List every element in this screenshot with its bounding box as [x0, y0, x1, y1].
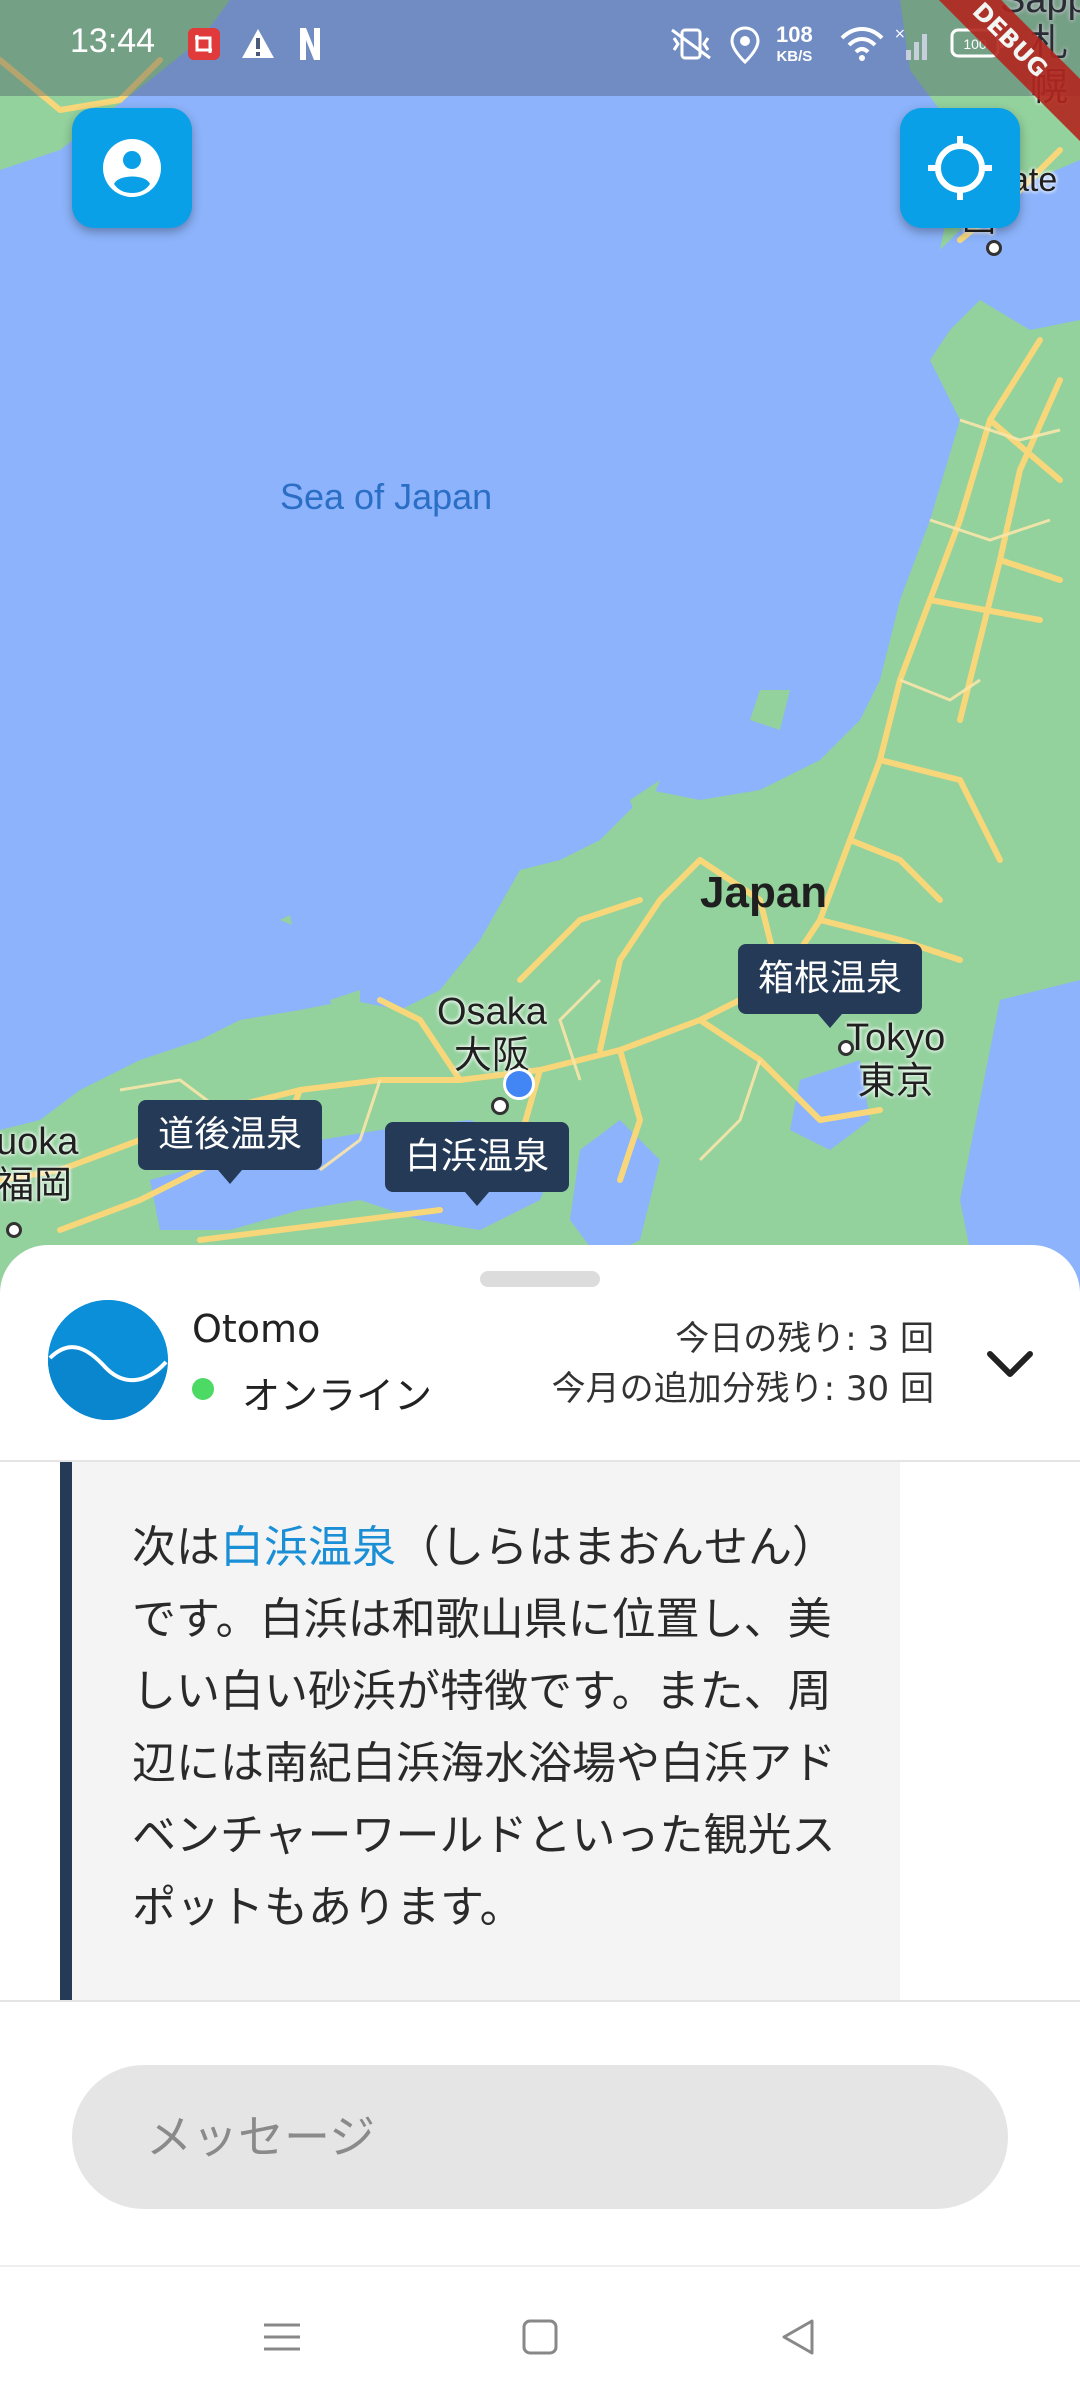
- wave-logo-icon: [48, 1300, 168, 1420]
- nav-menu-button[interactable]: [252, 2307, 312, 2367]
- back-triangle-icon: [782, 2319, 814, 2355]
- country-label: Japan: [700, 868, 828, 917]
- onsen-marker-hakone[interactable]: 箱根温泉: [738, 944, 923, 1028]
- spot-link-shirahama[interactable]: 白浜温泉: [220, 1522, 396, 1573]
- city-label-tokyo: Tokyo 東京: [846, 1016, 945, 1104]
- bot-message-bubble: 次は白浜温泉（しらはまおんせん）です。白浜は和歌山県に位置し、美しい白い砂浜が特…: [60, 1462, 900, 2002]
- collapse-sheet-button[interactable]: [980, 1340, 1040, 1390]
- city-name-en: Tokyo: [846, 1017, 946, 1059]
- status-time: 13:44: [70, 22, 156, 60]
- drag-handle[interactable]: [480, 1271, 600, 1287]
- message-body: （しらはまおんせん）です。白浜は和歌山県に位置し、美しい白い砂浜が特徴です。また…: [132, 1522, 836, 1933]
- avatar: [48, 1300, 168, 1420]
- current-location-dot: [503, 1068, 535, 1100]
- menu-icon: [264, 2323, 300, 2351]
- onsen-marker-dogo[interactable]: 道後温泉: [138, 1100, 323, 1184]
- network-speed-unit: KB/S: [776, 48, 813, 65]
- my-location-button[interactable]: [900, 108, 1020, 228]
- message-input[interactable]: [72, 2065, 1008, 2209]
- my-location-icon: [928, 136, 992, 200]
- screen-record-icon: [188, 28, 220, 60]
- city-name-ja: 東京: [857, 1061, 934, 1103]
- city-dot-fukuoka: [6, 1222, 22, 1238]
- home-square-icon: [522, 2319, 558, 2355]
- chat-sheet: Otomo オンライン 今日の残り: 3 回 今月の追加分残り: 30 回 次は…: [0, 1245, 1080, 2265]
- sea-label: Sea of Japan: [280, 476, 493, 517]
- quota-today: 今日の残り: 3 回: [675, 1319, 934, 1359]
- nav-home-button[interactable]: [510, 2307, 570, 2367]
- bot-message-text: 次は白浜温泉（しらはまおんせん）です。白浜は和歌山県に位置し、美しい白い砂浜が特…: [132, 1512, 872, 1944]
- city-name-ja: 福岡: [0, 1165, 73, 1207]
- city-dot-osaka: [491, 1097, 509, 1115]
- bot-name: Otomo: [192, 1307, 321, 1351]
- city-dot-hakodate: [986, 240, 1002, 256]
- wifi-icon: [840, 27, 884, 61]
- nav-back-button[interactable]: [768, 2307, 828, 2367]
- city-name-en: Osaka: [437, 991, 547, 1033]
- n-app-icon: [300, 28, 320, 60]
- network-speed-value: 108: [776, 22, 813, 47]
- city-label-osaka: Osaka 大阪: [437, 990, 547, 1078]
- svg-text:×: ×: [894, 26, 906, 42]
- warning-icon: [242, 29, 274, 58]
- profile-icon: [103, 139, 161, 197]
- vibrate-off-icon: [671, 28, 711, 60]
- city-label-fukuoka: uoka 福岡: [0, 1120, 78, 1208]
- status-bar: 13:44 108 KB/S × 100 DEBUG: [0, 0, 1080, 148]
- profile-button[interactable]: [72, 108, 192, 228]
- input-divider: [0, 2000, 1080, 2002]
- network-speed: 108 KB/S: [776, 24, 813, 68]
- online-status-text: オンライン: [242, 1374, 433, 1418]
- quota-month: 今月の追加分残り: 30 回: [551, 1369, 934, 1409]
- city-name-en: uoka: [0, 1121, 79, 1163]
- location-icon: [730, 26, 760, 64]
- map-view[interactable]: Sea of Japan Japan Osaka 大阪 Tokyo 東京 uok…: [0, 0, 1080, 1300]
- signal-icon: ×: [894, 26, 927, 60]
- message-list[interactable]: 次は白浜温泉（しらはまおんせん）です。白浜は和歌山県に位置し、美しい白い砂浜が特…: [0, 1462, 1080, 2002]
- system-nav-bar: [0, 2265, 1080, 2402]
- message-prefix: 次は: [132, 1522, 220, 1573]
- onsen-marker-shirahama[interactable]: 白浜温泉: [385, 1122, 570, 1206]
- chevron-down-icon: [987, 1351, 1033, 1377]
- city-name-ja: 大阪: [453, 1035, 530, 1077]
- online-status-dot: [192, 1378, 214, 1400]
- city-dot-tokyo: [838, 1040, 854, 1056]
